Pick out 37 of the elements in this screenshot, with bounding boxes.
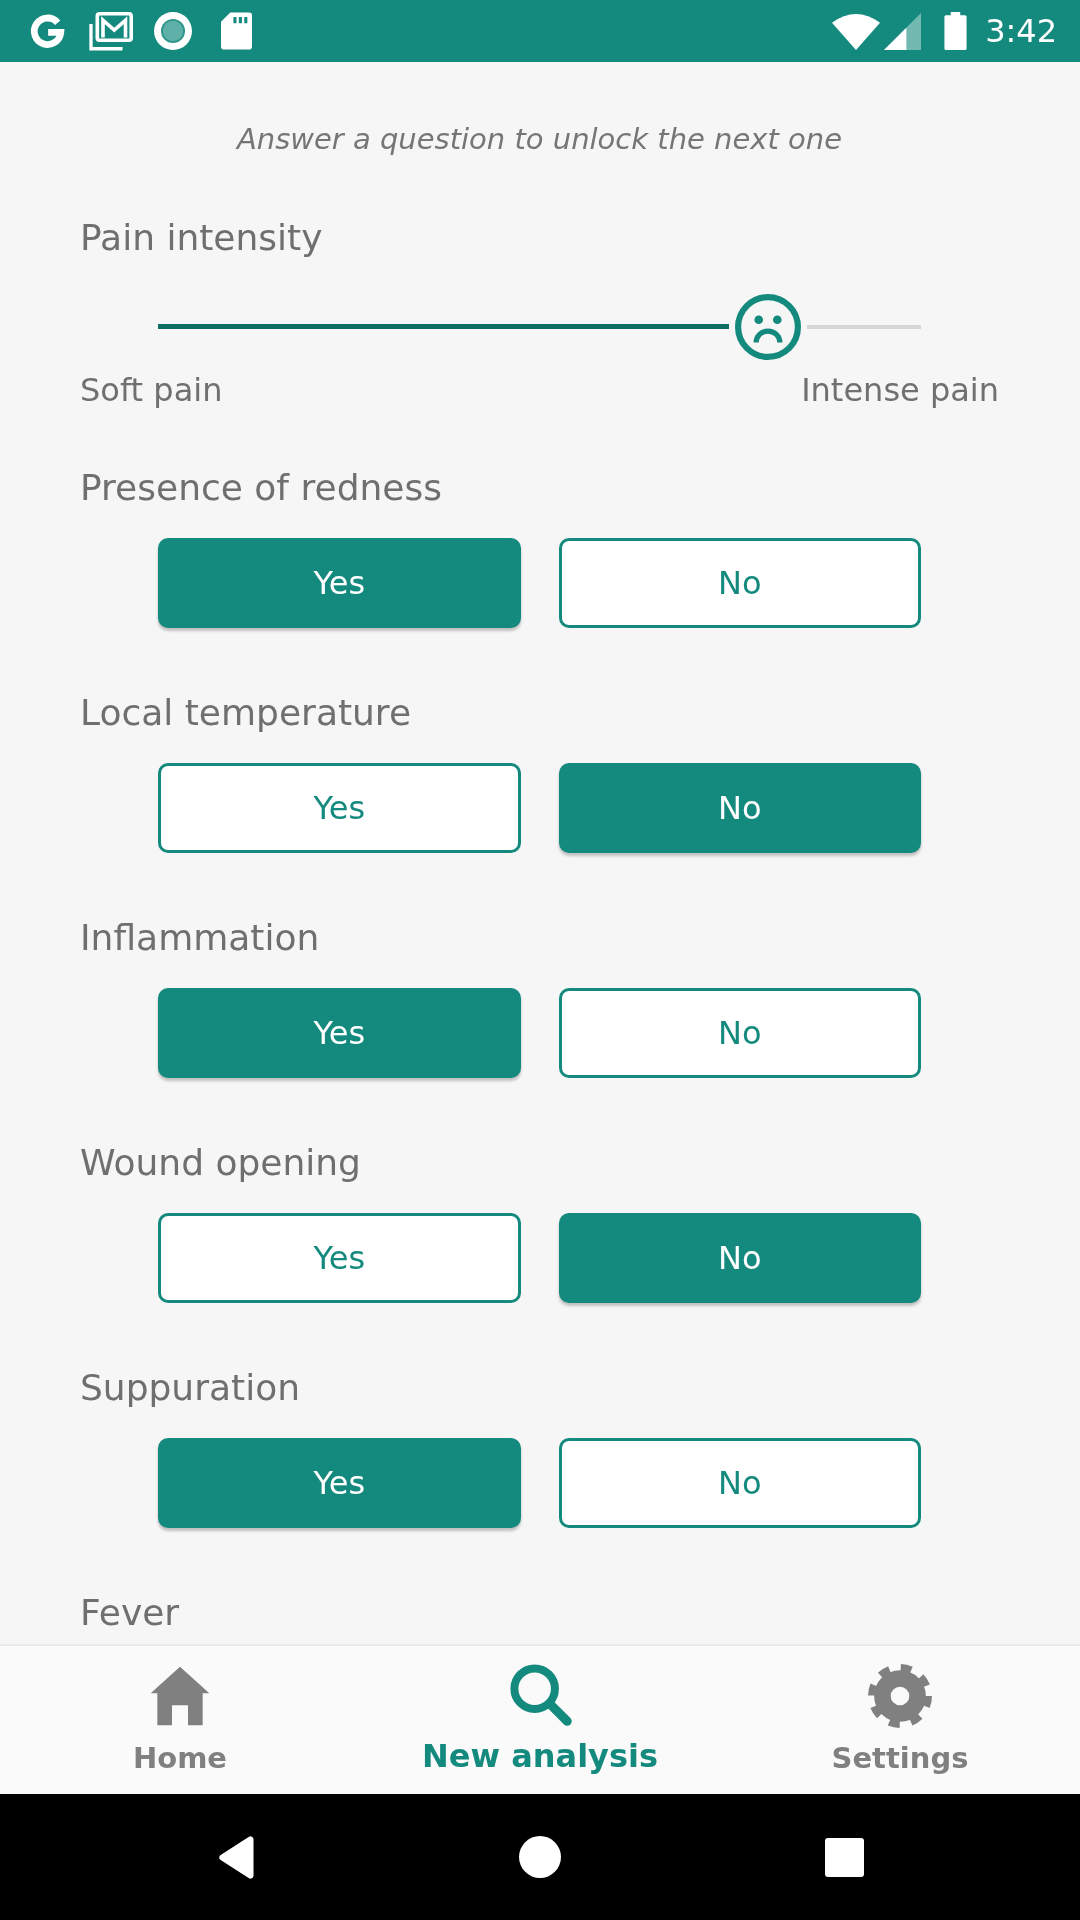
question-label: Pain intensity <box>80 216 323 260</box>
sad-face-icon[interactable] <box>735 294 802 360</box>
answer-button[interactable]: No <box>558 1438 921 1528</box>
nav-tab[interactable]: Settings <box>720 1646 1080 1794</box>
question-label: Inflammation <box>80 916 320 960</box>
slider-min-label: Soft pain <box>80 370 223 410</box>
nav-tab[interactable]: New analysis <box>360 1646 720 1794</box>
gear-icon <box>868 1664 932 1728</box>
battery-icon <box>943 12 969 50</box>
sd-card-icon <box>221 12 252 50</box>
answer-button[interactable]: No <box>558 1213 921 1303</box>
g-logo-icon <box>29 12 66 50</box>
slider-max-label: Intense pain <box>801 370 999 410</box>
nav-tab[interactable]: Home <box>0 1646 360 1794</box>
back-icon[interactable] <box>217 1835 255 1879</box>
recents-icon[interactable] <box>824 1837 864 1877</box>
answer-button[interactable]: Yes <box>158 538 521 628</box>
answer-button[interactable]: No <box>558 538 921 628</box>
status-time: 3:42 <box>985 11 1057 51</box>
search-icon <box>508 1662 572 1726</box>
wifi-icon <box>832 12 881 50</box>
question-label: Fever <box>80 1591 180 1635</box>
answer-button[interactable]: Yes <box>158 1213 521 1303</box>
answer-button[interactable]: Yes <box>158 763 521 853</box>
hint-text: Answer a question to unlock the next one <box>236 121 843 157</box>
signal-icon <box>884 12 922 50</box>
answer-button[interactable]: No <box>558 763 921 853</box>
answer-button[interactable]: Yes <box>158 988 521 1078</box>
question-label: Wound opening <box>80 1141 361 1185</box>
mail-icon <box>88 11 133 51</box>
home-circle-icon[interactable] <box>519 1836 561 1878</box>
question-label: Presence of redness <box>80 466 442 510</box>
answer-button[interactable]: No <box>558 988 921 1078</box>
answer-button[interactable]: Yes <box>158 1438 521 1528</box>
question-label: Suppuration <box>80 1366 300 1410</box>
circle-dot-icon <box>154 12 192 50</box>
question-label: Local temperature <box>80 691 412 735</box>
